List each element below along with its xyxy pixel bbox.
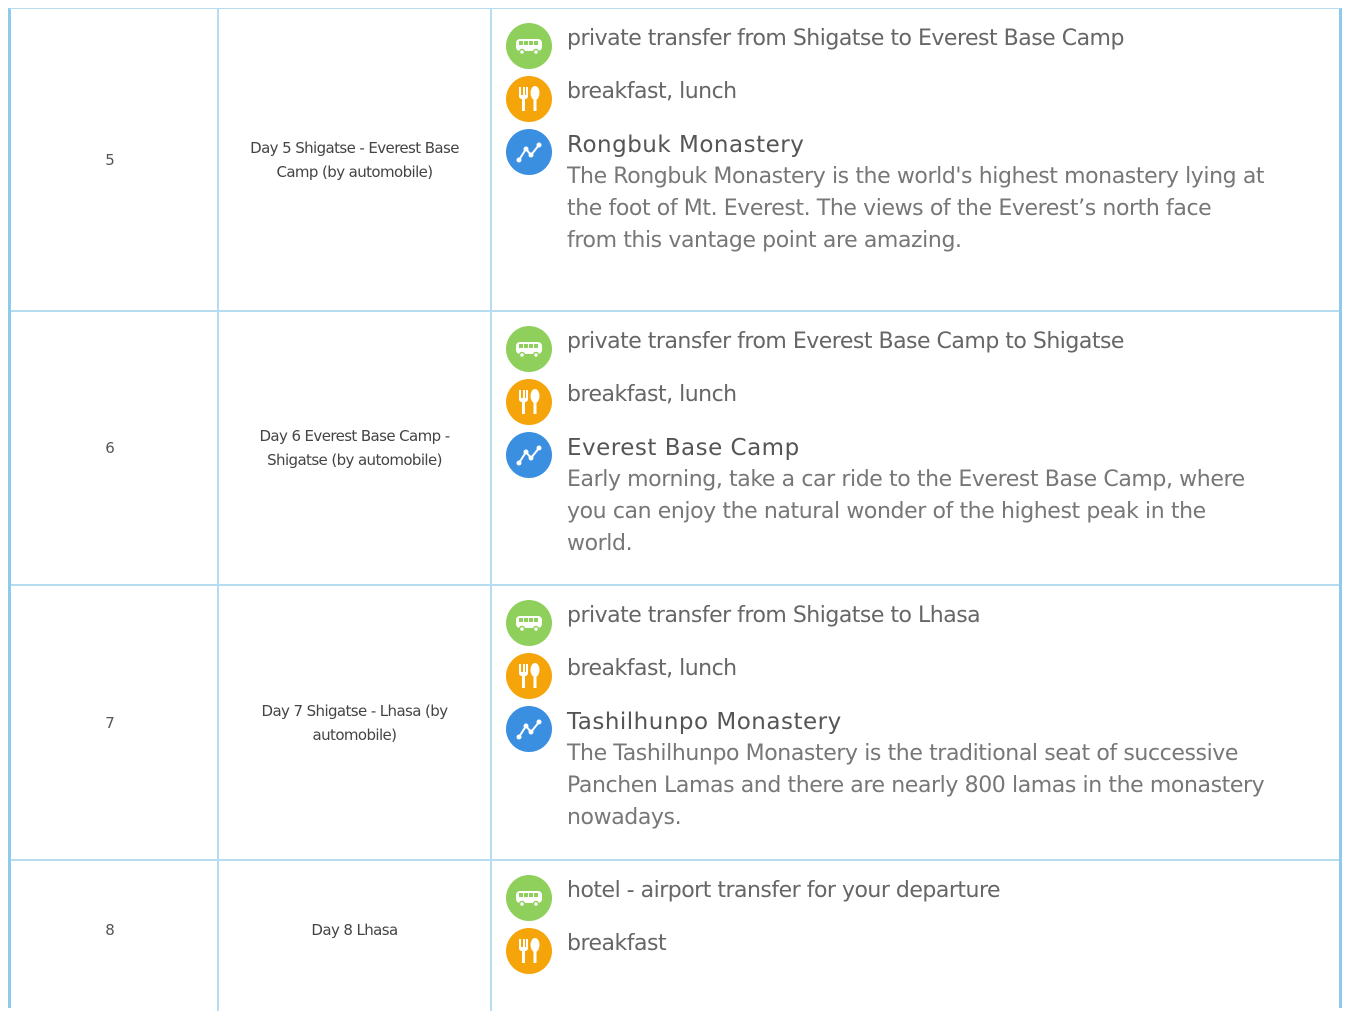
attraction-description: The Rongbuk Monastery is the world's hig… <box>567 164 1265 253</box>
day-details: hotel - airport transfer for your depart… <box>492 861 1339 1011</box>
attraction-item: Everest Base Camp Early morning, take a … <box>506 432 1339 560</box>
bus-icon <box>506 326 552 372</box>
attraction-title: Rongbuk Monastery <box>567 132 805 158</box>
transfer-text: private transfer from Everest Base Camp … <box>567 329 1124 354</box>
bus-icon <box>506 23 552 69</box>
transfer-item: private transfer from Shigatse to Lhasa <box>506 600 1339 646</box>
table-row: 7 Day 7 Shigatse - Lhasa (by automobile)… <box>11 586 1339 861</box>
transfer-item: private transfer from Shigatse to Everes… <box>506 23 1339 69</box>
transfer-text: hotel - airport transfer for your depart… <box>567 878 1001 903</box>
day-number: 6 <box>11 312 219 584</box>
table-row: 8 Day 8 Lhasa hotel - airport transfer f… <box>11 861 1339 1011</box>
day-details: private transfer from Everest Base Camp … <box>492 312 1339 584</box>
meal-text: breakfast, lunch <box>567 656 737 681</box>
day-title: Day 8 Lhasa <box>219 861 492 1011</box>
meal-item: breakfast, lunch <box>506 379 1339 425</box>
meal-text: breakfast, lunch <box>567 382 737 407</box>
meal-item: breakfast <box>506 928 1339 974</box>
bus-icon <box>506 875 552 921</box>
meal-text: breakfast, lunch <box>567 79 737 104</box>
itinerary-table: 5 Day 5 Shigatse - Everest Base Camp (by… <box>8 8 1342 1011</box>
route-icon <box>506 129 552 175</box>
meal-item: breakfast, lunch <box>506 653 1339 699</box>
fork-knife-icon <box>506 928 552 974</box>
bus-icon <box>506 600 552 646</box>
transfer-item: hotel - airport transfer for your depart… <box>506 875 1339 921</box>
attraction-description: Early morning, take a car ride to the Ev… <box>567 467 1245 556</box>
day-title: Day 6 Everest Base Camp - Shigatse (by a… <box>219 312 492 584</box>
meal-text: breakfast <box>567 931 667 956</box>
day-number: 5 <box>11 9 219 310</box>
transfer-text: private transfer from Shigatse to Everes… <box>567 26 1124 51</box>
attraction-title: Everest Base Camp <box>567 435 800 461</box>
attraction-content: Everest Base Camp Early morning, take a … <box>567 432 1267 560</box>
attraction-item: Tashilhunpo Monastery The Tashilhunpo Mo… <box>506 706 1339 834</box>
fork-knife-icon <box>506 653 552 699</box>
route-icon <box>506 432 552 478</box>
day-number: 7 <box>11 586 219 859</box>
fork-knife-icon <box>506 76 552 122</box>
transfer-item: private transfer from Everest Base Camp … <box>506 326 1339 372</box>
meal-item: breakfast, lunch <box>506 76 1339 122</box>
day-title: Day 5 Shigatse - Everest Base Camp (by a… <box>219 9 492 310</box>
day-title: Day 7 Shigatse - Lhasa (by automobile) <box>219 586 492 859</box>
attraction-content: Rongbuk Monastery The Rongbuk Monastery … <box>567 129 1267 257</box>
attraction-description: The Tashilhunpo Monastery is the traditi… <box>567 741 1265 830</box>
table-row: 6 Day 6 Everest Base Camp - Shigatse (by… <box>11 312 1339 586</box>
fork-knife-icon <box>506 379 552 425</box>
day-details: private transfer from Shigatse to Lhasa … <box>492 586 1339 859</box>
route-icon <box>506 706 552 752</box>
attraction-content: Tashilhunpo Monastery The Tashilhunpo Mo… <box>567 706 1267 834</box>
attraction-title: Tashilhunpo Monastery <box>567 709 842 735</box>
transfer-text: private transfer from Shigatse to Lhasa <box>567 603 981 628</box>
day-details: private transfer from Shigatse to Everes… <box>492 9 1339 310</box>
day-number: 8 <box>11 861 219 1011</box>
table-row: 5 Day 5 Shigatse - Everest Base Camp (by… <box>11 9 1339 312</box>
attraction-item: Rongbuk Monastery The Rongbuk Monastery … <box>506 129 1339 257</box>
